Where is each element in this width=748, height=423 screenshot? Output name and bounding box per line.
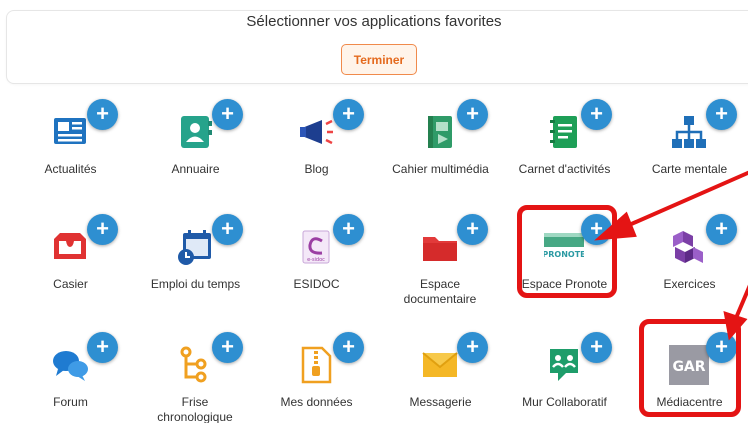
app-label: Actualités <box>44 162 97 176</box>
app-tile-folder[interactable]: + Espace documentaire <box>378 213 503 323</box>
banner-title: Sélectionner vos applications favorites <box>246 13 502 30</box>
app-tile-collab-wall[interactable]: + Mur Collaboratif <box>502 331 627 423</box>
gar-logo-icon: GAR <box>669 345 709 385</box>
folder-icon <box>420 227 460 267</box>
done-button[interactable]: Terminer <box>341 44 417 75</box>
esidoc-logo-text: e-sidoc <box>307 257 325 263</box>
app-label: Exercices <box>663 277 716 291</box>
app-label: Cahier multimédia <box>392 162 489 176</box>
add-favorite-button[interactable]: + <box>457 99 488 130</box>
envelope-icon <box>420 345 460 385</box>
app-label: Frise chronologique <box>157 395 233 423</box>
gar-logo-text: GAR <box>672 359 705 375</box>
app-tile-megaphone[interactable]: + Blog <box>254 98 379 208</box>
zip-file-icon <box>296 345 336 385</box>
megaphone-icon <box>296 112 336 152</box>
app-label: Casier <box>53 277 88 291</box>
inbox-tray-icon <box>50 227 90 267</box>
collab-wall-icon <box>544 345 584 385</box>
esidoc-logo-icon: e-sidoc <box>296 227 336 267</box>
app-tile-zip-file[interactable]: + Mes données <box>254 331 379 423</box>
app-label: Espace Pronote <box>521 277 608 291</box>
pronote-logo-icon: PRONOTE <box>542 227 586 267</box>
app-tile-calendar-clock[interactable]: + Emploi du temps <box>133 213 258 323</box>
add-favorite-button[interactable]: + <box>87 99 118 130</box>
add-favorite-button[interactable]: + <box>333 99 364 130</box>
notepad-icon <box>544 112 584 152</box>
pronote-logo-text: PRONOTE <box>544 250 584 259</box>
app-label: Emploi du temps <box>150 277 241 291</box>
app-label: ESIDOC <box>293 277 340 291</box>
app-label: Blog <box>304 162 329 176</box>
app-tile-sitemap[interactable]: + Carte mentale <box>627 98 748 208</box>
app-tile-newspaper[interactable]: + Actualités <box>8 98 133 208</box>
add-favorite-button[interactable]: + <box>706 99 737 130</box>
app-tile-notebook-media[interactable]: + Cahier multimédia <box>378 98 503 208</box>
app-tile-timeline[interactable]: + Frise chronologique <box>133 331 258 423</box>
add-favorite-button[interactable]: + <box>87 332 118 363</box>
app-tile-gar-logo[interactable]: GAR + Médiacentre <box>627 331 748 423</box>
add-favorite-button[interactable]: + <box>706 214 737 245</box>
app-tile-chat-bubbles[interactable]: + Forum <box>8 331 133 423</box>
notebook-media-icon <box>420 112 460 152</box>
address-book-icon <box>175 112 215 152</box>
timeline-icon <box>175 345 215 385</box>
calendar-clock-icon <box>175 227 215 267</box>
newspaper-icon <box>50 112 90 152</box>
app-label: Annuaire <box>171 162 220 176</box>
add-favorite-button[interactable]: + <box>581 332 612 363</box>
cubes-icon <box>669 227 709 267</box>
app-tile-cubes[interactable]: + Exercices <box>627 213 748 323</box>
app-tile-envelope[interactable]: + Messagerie <box>378 331 503 423</box>
app-tile-inbox-tray[interactable]: + Casier <box>8 213 133 323</box>
app-label: Forum <box>53 395 88 409</box>
chat-bubbles-icon <box>50 345 90 385</box>
app-label: Messagerie <box>409 395 472 409</box>
app-tile-notepad[interactable]: + Carnet d'activités <box>502 98 627 208</box>
add-favorite-button[interactable]: + <box>457 214 488 245</box>
add-favorite-button[interactable]: + <box>581 99 612 130</box>
add-favorite-button[interactable]: + <box>212 214 243 245</box>
app-tile-address-book[interactable]: + Annuaire <box>133 98 258 208</box>
add-favorite-button[interactable]: + <box>706 332 737 363</box>
app-label: Médiacentre <box>656 395 723 409</box>
app-label: Mur Collaboratif <box>522 395 607 409</box>
add-favorite-button[interactable]: + <box>457 332 488 363</box>
add-favorite-button[interactable]: + <box>333 214 364 245</box>
add-favorite-button[interactable]: + <box>212 99 243 130</box>
add-favorite-button[interactable]: + <box>212 332 243 363</box>
app-label: Carte mentale <box>651 162 728 176</box>
app-label: Carnet d'activités <box>518 162 611 176</box>
add-favorite-button[interactable]: + <box>581 214 612 245</box>
add-favorite-button[interactable]: + <box>333 332 364 363</box>
add-favorite-button[interactable]: + <box>87 214 118 245</box>
app-tile-pronote-logo[interactable]: PRONOTE + Espace Pronote <box>502 213 627 323</box>
app-label: Espace documentaire <box>403 277 477 306</box>
app-tile-esidoc-logo[interactable]: e-sidoc + ESIDOC <box>254 213 379 323</box>
app-label: Mes données <box>280 395 353 409</box>
sitemap-icon <box>669 112 709 152</box>
